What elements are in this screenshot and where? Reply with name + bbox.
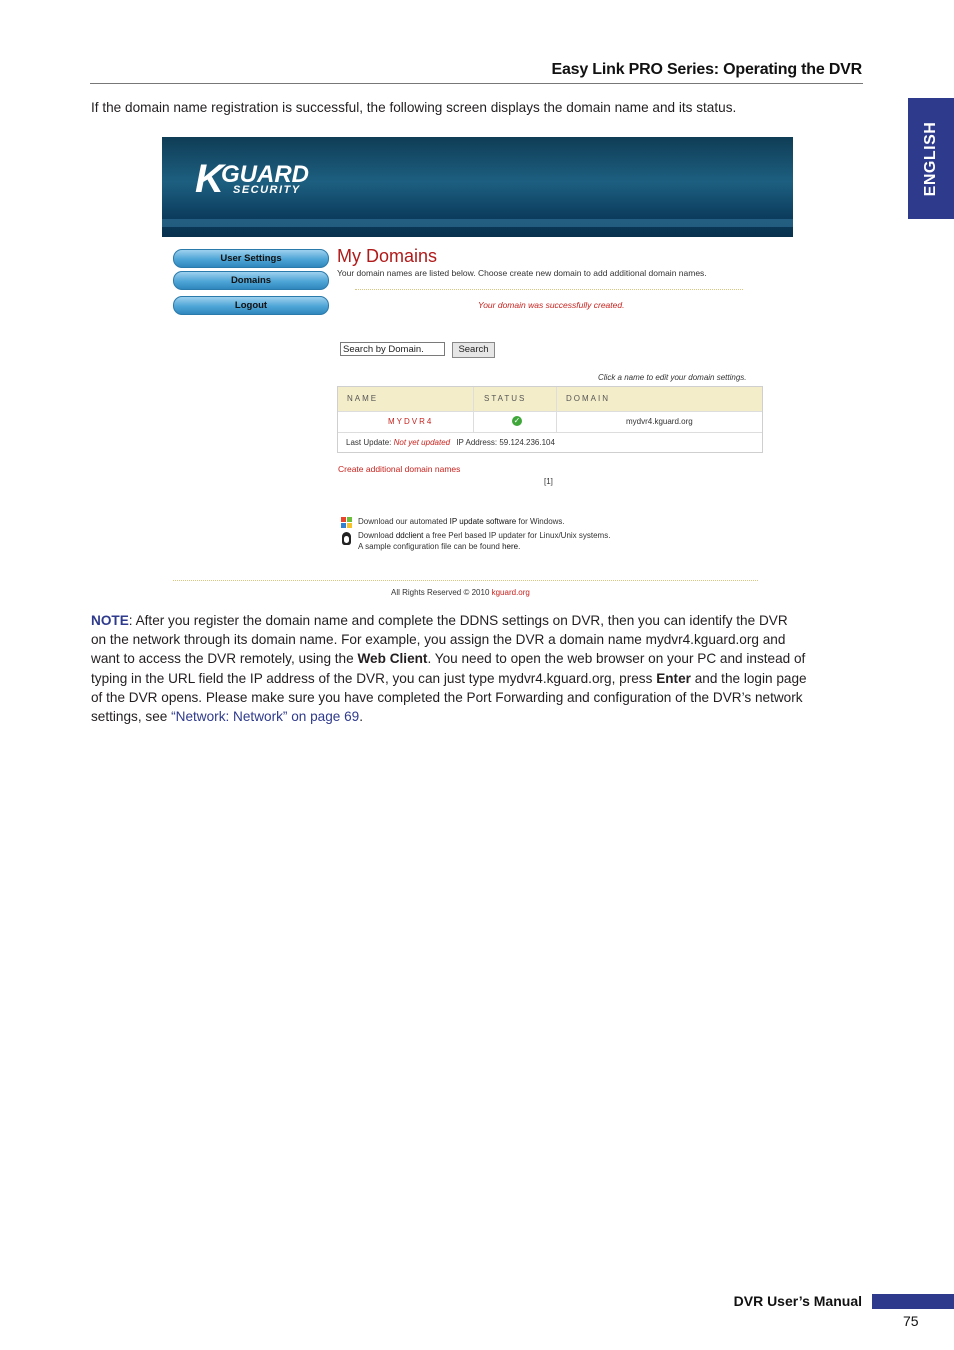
sample-config-line: A sample configuration file can be found…: [358, 542, 520, 551]
note-text: .: [359, 709, 364, 725]
ip-label: IP Address:: [456, 438, 498, 447]
download-linux-line: Download ddclient a free Perl based IP u…: [358, 531, 610, 540]
copyright-line: All Rights Reserved © 2010 kguard.org: [391, 588, 530, 597]
column-divider: [556, 387, 557, 432]
last-update-row: Last Update: Not yet updated IP Address:…: [338, 432, 762, 453]
last-update-label: Last Update:: [346, 438, 392, 447]
table-header-row: NAME STATUS DOMAIN: [338, 387, 762, 412]
download-text: a free Perl based IP updater for Linux/U…: [423, 531, 611, 540]
language-tab: ENGLISH: [908, 98, 954, 219]
enter-key-term: Enter: [656, 670, 691, 686]
download-text: A sample configuration file can be found: [358, 542, 503, 551]
logo-security: SECURITY: [233, 184, 301, 196]
download-text: for Windows.: [516, 517, 565, 526]
success-message: Your domain was successfully created.: [478, 300, 625, 310]
language-tab-label: ENGLISH: [922, 121, 939, 196]
header-domain: DOMAIN: [566, 394, 610, 403]
download-windows-line: Download our automated IP update softwar…: [358, 517, 565, 526]
download-text: Download: [358, 531, 396, 540]
ddclient-link[interactable]: ddclient: [396, 531, 424, 540]
download-text: .: [518, 542, 521, 551]
ip-value: 59.124.236.104: [499, 438, 555, 447]
intro-paragraph: If the domain name registration is succe…: [91, 100, 737, 115]
domain-name-link[interactable]: MYDVR4: [388, 411, 433, 432]
ip-update-software-link[interactable]: IP update software: [450, 517, 517, 526]
footer-dotted-divider: [173, 580, 758, 581]
download-text: Download our automated: [358, 517, 450, 526]
header-status: STATUS: [484, 394, 527, 403]
web-client-term: Web Client: [357, 651, 428, 667]
kguard-logo: K GUARD SECURITY: [195, 157, 309, 201]
click-name-hint: Click a name to edit your domain setting…: [598, 373, 747, 382]
nav-domains-button[interactable]: Domains: [173, 271, 329, 290]
header-name: NAME: [347, 394, 379, 403]
note-text: on the network through its domain name. …: [91, 632, 786, 648]
page-subtitle: Your domain names are listed below. Choo…: [337, 268, 707, 278]
page-number: 75: [903, 1313, 919, 1329]
config-here-link[interactable]: here: [502, 542, 518, 551]
banner-stripe: [162, 219, 793, 227]
note-text: and the login page: [690, 670, 807, 686]
header-rule: [90, 83, 863, 84]
search-input[interactable]: Search by Domain.: [340, 342, 445, 356]
footer-title: DVR User’s Manual: [733, 1293, 862, 1309]
domain-value: mydvr4.kguard.org: [626, 417, 693, 426]
nav-logout-button[interactable]: Logout: [173, 296, 329, 315]
note-label: NOTE: [91, 613, 129, 628]
copyright-text: All Rights Reserved © 2010: [391, 588, 492, 597]
linux-tux-icon: [342, 532, 351, 545]
windows-icon: [341, 517, 352, 528]
column-divider: [473, 387, 474, 432]
logo-k: K: [195, 157, 224, 201]
network-page-xref-link[interactable]: “Network: Network” on page 69: [171, 709, 359, 724]
create-domain-link[interactable]: Create additional domain names: [338, 464, 460, 474]
kguard-link[interactable]: kguard.org: [492, 588, 530, 597]
web-screenshot: K GUARD SECURITY User Settings Domains L…: [162, 137, 793, 603]
footer-accent-bar: [872, 1294, 954, 1309]
nav-user-settings-button[interactable]: User Settings: [173, 249, 329, 268]
note-paragraph: NOTE: After you register the domain name…: [91, 611, 861, 726]
note-text: typing in the URL field the IP address o…: [91, 670, 657, 686]
note-text: want to access the DVR remotely, using t…: [91, 651, 358, 667]
last-update-value: Not yet updated: [393, 438, 451, 447]
page-title: My Domains: [337, 246, 438, 266]
dotted-divider: [355, 289, 743, 290]
pagination[interactable]: [1]: [544, 477, 553, 486]
domains-table: NAME STATUS DOMAIN MYDVR4 ✓ mydvr4.kguar…: [337, 386, 763, 453]
check-icon: ✓: [512, 416, 522, 426]
note-text: : After you register the domain name and…: [128, 613, 788, 628]
search-button[interactable]: Search: [452, 342, 495, 358]
note-text: . You need to open the web browser on yo…: [427, 651, 806, 667]
site-banner: K GUARD SECURITY: [162, 137, 793, 237]
note-text: of the DVR opens. Please make sure you h…: [91, 689, 803, 705]
header-title: Easy Link PRO Series: Operating the DVR: [551, 61, 862, 78]
note-text: settings, see: [91, 709, 172, 725]
